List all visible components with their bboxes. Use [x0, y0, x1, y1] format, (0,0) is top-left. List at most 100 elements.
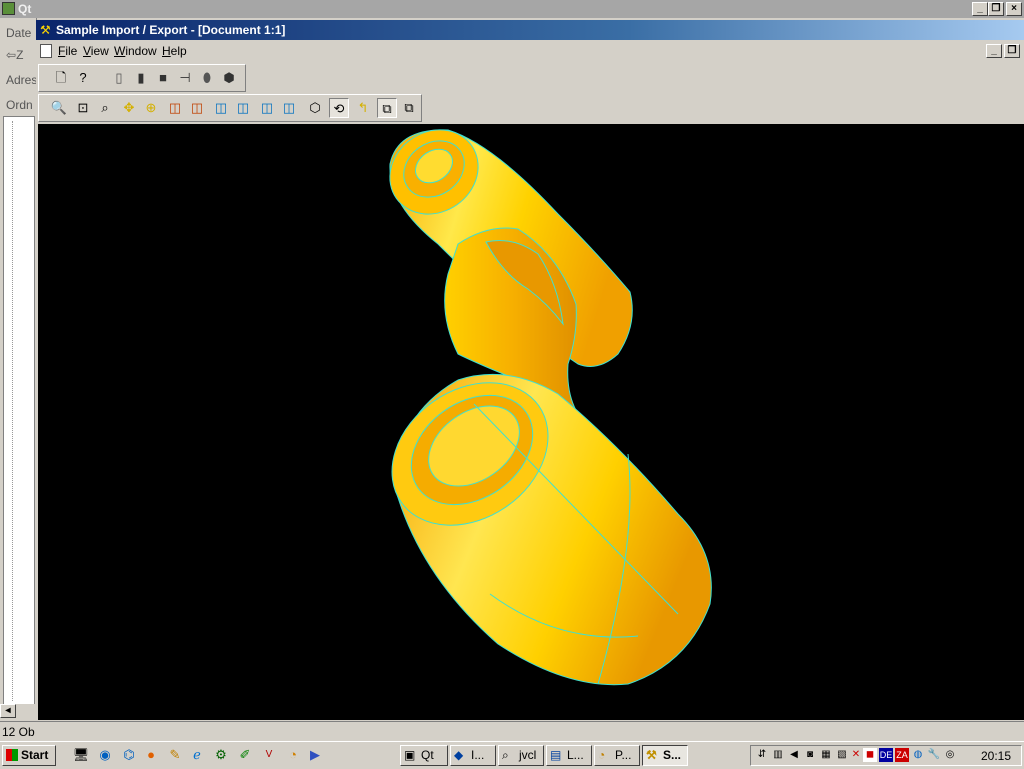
menu-help[interactable]: Help [162, 44, 187, 58]
taskbar: Start 🖥 ◉ ⌬ ● ✎ ℯ ⚙ ✐ V ◔ ▶ ▣ Qt ◆ I... ⌕ j… [0, 741, 1024, 769]
timer-icon: ◔ [598, 748, 606, 762]
app-window-title: Sample Import / Export - [Document 1:1] [56, 23, 286, 37]
back-button[interactable]: ⇦Z [6, 48, 23, 62]
menu-window[interactable]: Window [114, 44, 157, 58]
status-bar: 12 Ob [0, 721, 1024, 742]
task-p[interactable]: ◔ P... [594, 745, 640, 766]
tool-icon[interactable]: ✎ [166, 746, 184, 764]
wrench-icon[interactable]: 🔧 [927, 748, 941, 762]
language-indicator[interactable]: DE [879, 748, 893, 762]
back-view-icon[interactable]: ◫ [187, 98, 207, 118]
task-l[interactable]: ▤ L... [546, 745, 592, 766]
new-document-icon[interactable]: 🗋 [51, 68, 71, 88]
task-i[interactable]: ◆ I... [450, 745, 496, 766]
pc-tray-icon[interactable]: ▦ [819, 748, 833, 762]
menu-file[interactable]: File [58, 44, 77, 58]
menu-view[interactable]: View [83, 44, 109, 58]
clock-app-icon[interactable]: ◔ [284, 746, 302, 764]
ie-icon[interactable]: ℯ [188, 746, 206, 764]
bottom-view-icon[interactable]: ◫ [233, 98, 253, 118]
3d-viewport[interactable] [38, 124, 1024, 720]
outlook-icon[interactable]: ◉ [96, 746, 114, 764]
rotate-icon[interactable]: ⟲ [329, 98, 349, 118]
view-toolbar: 🔍 ⊡ ⌕ ✥ ⊕ ◫ ◫ ◫ ◫ ◫ ◫ ⬡ ⟲ ↰ ⧉ ⧉ [38, 94, 422, 122]
fit-all-icon[interactable]: ⊕ [141, 98, 161, 118]
app-icon: ⚒ [646, 748, 657, 762]
globe-icon[interactable]: ◍ [911, 748, 925, 762]
app-title-bar: ⚒ Sample Import / Export - [Document 1:1… [36, 20, 1024, 40]
status-text: 12 Ob [2, 725, 35, 739]
volume-icon[interactable]: ◀ [787, 748, 801, 762]
cylinder-shaded-icon[interactable]: ▮ [131, 68, 151, 88]
folders-label: Ordn [6, 98, 33, 112]
cad-model [389, 129, 712, 686]
left-view-icon[interactable]: ◫ [257, 98, 277, 118]
edit-icon[interactable]: ✐ [236, 746, 254, 764]
top-view-icon[interactable]: ◫ [211, 98, 231, 118]
task-label: P... [615, 748, 632, 762]
background-explorer: Date ⇦Z Adres Ordn ◂ [0, 18, 37, 720]
document-icon[interactable] [40, 44, 52, 58]
horizontal-scrollbar[interactable]: ◂ [0, 704, 36, 718]
pan-icon[interactable]: ✥ [119, 98, 139, 118]
zoom-window-icon[interactable]: 🔍 [49, 98, 69, 118]
main-toolbar: 🗋 ? ▯ ▮ ■ ⊣ ⬮ ⬢ [38, 64, 246, 92]
disconnected-icon[interactable]: ✕ [849, 748, 863, 762]
show-desktop-icon[interactable]: 🖥 [72, 746, 90, 764]
plug-icon[interactable]: ⊣ [175, 68, 195, 88]
folder-tree[interactable] [3, 116, 35, 706]
outer-title-bar: Qt _ ❐ × [0, 0, 1024, 18]
reset-view-icon[interactable]: ↰ [353, 98, 373, 118]
outer-minimize-button[interactable]: _ [972, 2, 988, 16]
task-label: L... [567, 748, 584, 762]
diamond-icon: ◆ [454, 748, 464, 762]
task-qt[interactable]: ▣ Qt [400, 745, 448, 766]
hidden-lines-on-icon[interactable]: ⧉ [377, 98, 397, 118]
square-icon[interactable]: ■ [153, 68, 173, 88]
nvidia-icon[interactable]: ◙ [803, 748, 817, 762]
task-jvcl[interactable]: ⌕ jvcl [498, 745, 544, 766]
firefox-icon[interactable]: ● [142, 746, 160, 764]
sync-icon[interactable]: ◎ [943, 748, 957, 762]
monitor-tray-icon[interactable]: ▥ [771, 748, 785, 762]
start-button[interactable]: Start [2, 745, 56, 766]
task-label: S... [663, 748, 682, 762]
clock[interactable]: 20:15 [981, 749, 1011, 763]
lan-icon[interactable]: ▧ [835, 748, 849, 762]
app-window: ⚒ Sample Import / Export - [Document 1:1… [36, 20, 1024, 721]
date-label: Date [6, 26, 32, 40]
doc-minimize-button[interactable]: _ [986, 44, 1002, 58]
task-label: I... [471, 748, 485, 762]
zoom-icon[interactable]: ⌕ [95, 98, 115, 118]
media-icon[interactable]: ▶ [306, 746, 324, 764]
cylinder-wire-icon[interactable]: ▯ [109, 68, 129, 88]
whats-this-icon[interactable]: ? [73, 68, 93, 88]
vc-icon[interactable]: V [260, 746, 278, 764]
network-tray-icon[interactable]: ⇵ [755, 748, 769, 762]
front-view-icon[interactable]: ◫ [165, 98, 185, 118]
hexagon-icon[interactable]: ⬢ [219, 68, 239, 88]
hidden-lines-off-icon[interactable]: ⧉ [399, 98, 419, 118]
tree-lines [12, 121, 13, 701]
right-view-icon[interactable]: ◫ [279, 98, 299, 118]
scroll-left-button[interactable]: ◂ [0, 704, 16, 718]
outer-restore-button[interactable]: ❐ [988, 2, 1004, 16]
windows-logo-icon [6, 749, 18, 761]
start-label: Start [21, 748, 49, 762]
back-label: Z [16, 48, 24, 62]
outer-close-button[interactable]: × [1006, 2, 1022, 16]
zonealarm-icon[interactable]: ZA [895, 748, 909, 762]
app-icon: ⚒ [40, 23, 51, 37]
address-label: Adres [6, 73, 38, 87]
task-s[interactable]: ⚒ S... [642, 745, 688, 766]
axo-view-icon[interactable]: ⬡ [305, 98, 325, 118]
window-icon: ▤ [550, 748, 562, 762]
doc-restore-button[interactable]: ❐ [1004, 44, 1020, 58]
network-icon[interactable]: ⌬ [120, 746, 138, 764]
antivirus-icon[interactable]: ◼ [863, 748, 877, 762]
task-label: Qt [421, 748, 434, 762]
zoom-box-icon[interactable]: ⊡ [73, 98, 93, 118]
plugin-icon[interactable]: ⚙ [212, 746, 230, 764]
capsule-icon[interactable]: ⬮ [197, 68, 217, 88]
system-tray: ⇵ ▥ ◀ ◙ ▦ ▧ ✕ ◼ DE ZA ◍ 🔧 ◎ 20:15 [750, 745, 1022, 766]
